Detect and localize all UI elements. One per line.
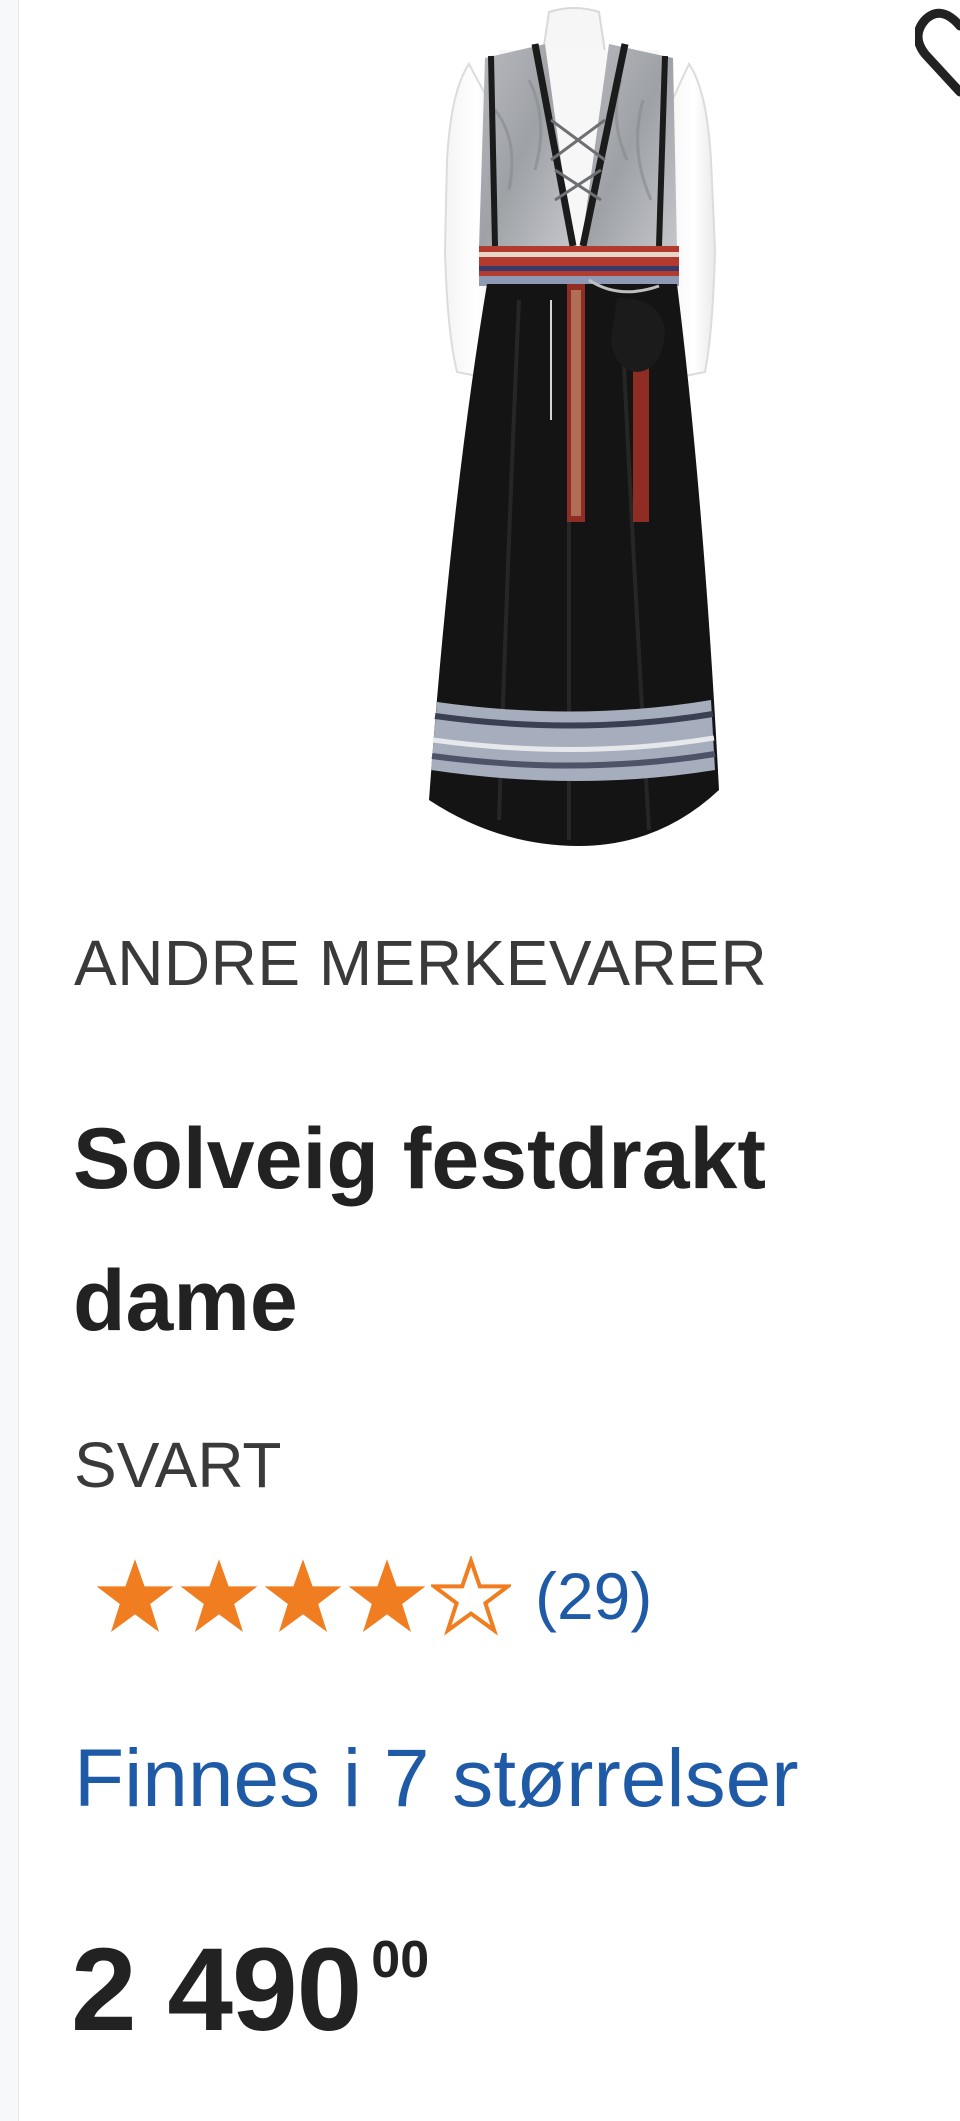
- star-filled-icon: [180, 1559, 258, 1632]
- star-filled-icon: [264, 1559, 342, 1632]
- star-empty-icon: [431, 1556, 511, 1636]
- product-card[interactable]: ANDRE MERKEVARER Solveig festdrakt dame …: [19, 0, 960, 2121]
- review-count-link[interactable]: (29): [535, 1558, 652, 1634]
- price-main: 2 490: [71, 1924, 362, 2056]
- product-price: 2 490 00: [71, 1930, 429, 2050]
- product-title-line-1: Solveig festdrakt: [73, 1111, 766, 1207]
- price-cents: 00: [371, 1931, 430, 1989]
- product-title[interactable]: Solveig festdrakt dame: [73, 1088, 960, 1372]
- product-title-line-2: dame: [73, 1253, 298, 1349]
- rating-stars: [95, 1556, 511, 1636]
- available-sizes-link[interactable]: Finnes i 7 størrelser: [74, 1732, 799, 1826]
- star-filled-icon: [96, 1559, 174, 1632]
- heart-icon[interactable]: [915, 0, 960, 106]
- product-image[interactable]: [359, 0, 779, 870]
- left-edge-divider: [0, 0, 19, 2121]
- brand-name: ANDRE MERKEVARER: [74, 927, 768, 999]
- product-color: SVART: [74, 1429, 282, 1501]
- star-filled-icon: [348, 1559, 426, 1632]
- rating-row[interactable]: (29): [95, 1548, 652, 1644]
